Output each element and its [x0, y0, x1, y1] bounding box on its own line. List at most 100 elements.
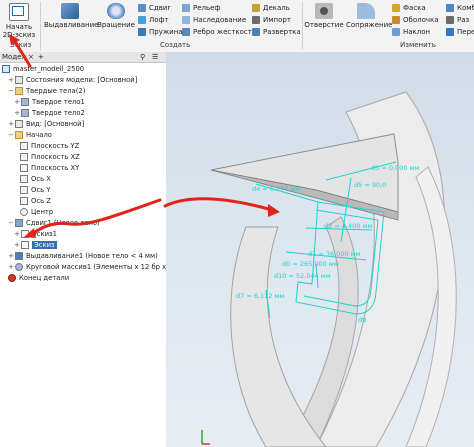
tree-item-label: Вид: [Основной]	[26, 120, 85, 128]
pattern-icon	[15, 263, 23, 271]
tree-item-model-states[interactable]: + Состояния модели: [Основной]	[8, 75, 137, 85]
close-icon[interactable]: ×	[28, 52, 34, 62]
axis-icon	[20, 175, 28, 183]
split-label: Раз	[457, 16, 470, 24]
tree-item-axis-x[interactable]: Ось X	[20, 174, 51, 184]
derive-button[interactable]: Наследование	[182, 15, 246, 25]
tree-item-label: Плоскость YZ	[31, 142, 80, 150]
fillet-button[interactable]: Сопряжение	[346, 3, 393, 29]
shell-icon	[392, 16, 400, 24]
dim-d1[interactable]: d1 = 36,000 мм	[308, 250, 361, 258]
expand-icon[interactable]: +	[14, 241, 20, 249]
tree-item-center-point[interactable]: Центр	[20, 207, 53, 217]
view-icon	[15, 120, 23, 128]
tree-item-extrude1[interactable]: + Выдавливание1 (Новое тело < 4 мм)	[8, 251, 158, 261]
combine-icon	[446, 4, 454, 12]
tree-item-part[interactable]: master_modell_2500	[2, 64, 84, 74]
dim-d4[interactable]: d4 = 6,177 мм	[252, 185, 300, 193]
dim-d3[interactable]: d3 = 0,000 мм	[371, 164, 419, 172]
shell-label: Оболочка	[403, 16, 439, 24]
menu-icon[interactable]: ☰	[152, 52, 158, 62]
tree-item-solid-bodies[interactable]: − Твердые тела(2)	[8, 86, 85, 96]
expand-icon[interactable]: +	[8, 76, 14, 84]
tree-item-label: Твердое тело2	[32, 109, 85, 117]
tree-item-sketch-selected[interactable]: + Эскиз	[14, 240, 57, 250]
chamfer-button[interactable]: Фаска	[392, 3, 426, 13]
expand-icon[interactable]: +	[8, 263, 14, 271]
unwrap-button[interactable]: Развертка	[252, 27, 301, 37]
collapse-icon[interactable]: −	[8, 131, 14, 139]
collapse-icon[interactable]: −	[8, 87, 14, 95]
tree-item-label: Плоскость XZ	[31, 153, 80, 161]
fillet-label: Сопряжение	[346, 21, 393, 29]
chamfer-icon	[392, 4, 400, 12]
expand-icon[interactable]: +	[14, 109, 20, 117]
add-icon[interactable]: +	[38, 52, 44, 62]
move-button[interactable]: Пере	[446, 27, 474, 37]
revolve-button[interactable]: Вращение	[96, 3, 136, 29]
tree-item-view[interactable]: + Вид: [Основной]	[8, 119, 84, 129]
dim-d2[interactable]: d2 = 4,400 мм	[324, 222, 372, 230]
dim-d7[interactable]: d7 = 6,112 мм	[236, 292, 284, 300]
combine-button[interactable]: Комб	[446, 3, 474, 13]
coil-icon	[138, 28, 146, 36]
tree-item-axis-y[interactable]: Ось Y	[20, 185, 50, 195]
start-sketch-label: Начать 2D-эскиз	[2, 23, 36, 39]
decal-button[interactable]: Декаль	[252, 3, 290, 13]
tree-item-origin[interactable]: − Начало	[8, 130, 52, 140]
search-icon[interactable]: ⚲	[140, 52, 145, 62]
point-icon	[20, 208, 28, 216]
dim-d5[interactable]: d5 = 90,0	[354, 181, 386, 189]
tree-item-label: Центр	[31, 208, 54, 216]
tree-item-sketch1[interactable]: + Эскиз1	[14, 229, 57, 239]
emboss-button[interactable]: Рельеф	[182, 3, 220, 13]
axis-icon	[20, 186, 28, 194]
model-browser: Модел × + ⚲ ☰ master_modell_2500 + Состоя…	[0, 52, 203, 447]
expand-icon[interactable]: +	[8, 252, 14, 260]
tree-item-axis-z[interactable]: Ось Z	[20, 196, 51, 206]
expand-icon[interactable]: +	[14, 98, 20, 106]
separator	[302, 2, 303, 50]
loft-label: Лофт	[149, 16, 169, 24]
extrude-button[interactable]: Выдавливание	[44, 3, 99, 29]
extrude-icon	[61, 3, 79, 19]
draft-icon	[392, 28, 400, 36]
revolve-label: Вращение	[97, 21, 135, 29]
dim-d9[interactable]: d9	[358, 316, 366, 324]
draft-button[interactable]: Наклон	[392, 27, 430, 37]
start-sketch-button[interactable]: Начать 2D-эскиз	[2, 3, 36, 39]
expand-icon[interactable]: +	[14, 230, 20, 238]
sweep-button[interactable]: Сдвиг	[138, 3, 171, 13]
sketch-group-label: Эскиз	[10, 41, 32, 49]
shell-button[interactable]: Оболочка	[392, 15, 439, 25]
plane-icon	[20, 164, 28, 172]
coil-button[interactable]: Пружина	[138, 27, 183, 37]
dim-d0[interactable]: d0 = 265,000 мм	[282, 260, 339, 268]
derive-label: Наследование	[193, 16, 247, 24]
sweep-feature-icon	[15, 219, 23, 227]
collapse-icon[interactable]: −	[8, 219, 14, 227]
loft-button[interactable]: Лофт	[138, 15, 169, 25]
dim-d10[interactable]: d10 = 52,044 мм	[274, 272, 331, 280]
tree-item-solid-body-2[interactable]: + Твердое тело2	[14, 108, 85, 118]
tree-item-plane-xz[interactable]: Плоскость XZ	[20, 152, 80, 162]
tree-item-end-of-part[interactable]: Конец детали	[8, 273, 69, 283]
split-button[interactable]: Раз	[446, 15, 469, 25]
graphics-viewport[interactable]: d3 = 0,000 мм d5 = 90,0 d4 = 6,177 мм d2…	[166, 52, 474, 447]
combine-label: Комб	[457, 4, 474, 12]
hole-button[interactable]: Отверстие	[304, 3, 344, 29]
expand-icon[interactable]: +	[8, 120, 14, 128]
tree-item-label: Состояния модели: [Основной]	[26, 76, 138, 84]
move-icon	[446, 28, 454, 36]
import-button[interactable]: Импорт	[252, 15, 291, 25]
extrude-label: Выдавливание	[44, 21, 99, 29]
tree-item-solid-body-1[interactable]: + Твердое тело1	[14, 97, 85, 107]
part-icon	[2, 65, 10, 73]
tree-item-plane-yz[interactable]: Плоскость YZ	[20, 141, 79, 151]
tree-item-sweep1[interactable]: − Сдвиг1 (Новое тело)	[8, 218, 100, 228]
sketch-icon	[21, 241, 29, 249]
rib-button[interactable]: Ребро жесткости	[182, 27, 256, 37]
tree-item-label: Конец детали	[19, 274, 70, 282]
model-view[interactable]: d3 = 0,000 мм d5 = 90,0 d4 = 6,177 мм d2…	[166, 52, 474, 447]
tree-item-plane-xy[interactable]: Плоскость XY	[20, 163, 79, 173]
